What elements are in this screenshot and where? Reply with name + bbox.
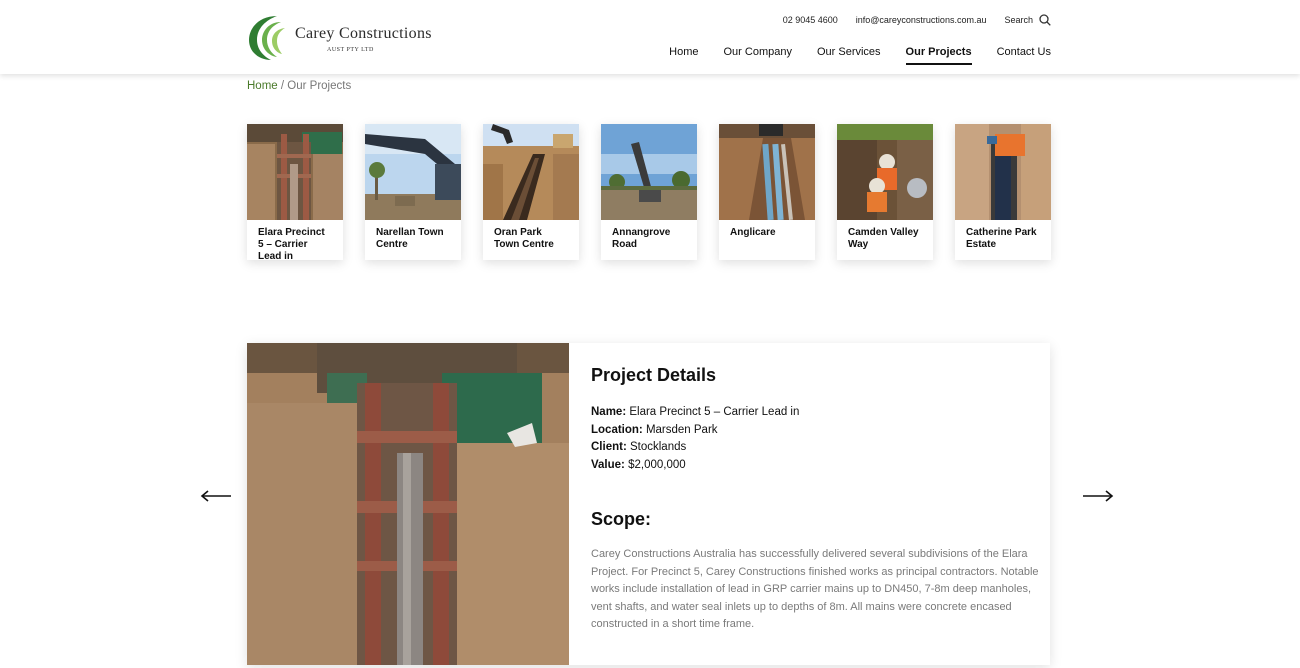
carousel-prev-button[interactable]: [200, 487, 232, 505]
email-link[interactable]: info@careyconstructions.com.au: [856, 15, 987, 25]
search-toggle[interactable]: Search: [1004, 14, 1051, 26]
logo[interactable]: Carey Constructions AUST PTY LTD: [247, 12, 447, 62]
scope-text: Carey Constructions Australia has succes…: [591, 548, 1039, 630]
fact-label: Location:: [591, 423, 643, 436]
project-photo: [483, 124, 579, 220]
breadcrumb: Home / Our Projects: [247, 80, 351, 92]
project-card-catherine-park[interactable]: Catherine Park Estate: [955, 124, 1051, 260]
nav-contact-us[interactable]: Contact Us: [997, 46, 1051, 65]
detail-title: Project Details: [591, 365, 717, 385]
nav-our-services[interactable]: Our Services: [817, 46, 881, 65]
carousel-next-button[interactable]: [1082, 487, 1114, 505]
project-photo: [719, 124, 815, 220]
breadcrumb-current: Our Projects: [287, 80, 352, 92]
fact-client: Client: Stocklands: [591, 439, 1041, 457]
phone-link[interactable]: 02 9045 4600: [783, 15, 838, 25]
fact-label: Value:: [591, 458, 625, 471]
brand-name: Carey Constructions: [295, 25, 432, 42]
project-detail-photo: [247, 343, 569, 665]
project-photo: [601, 124, 697, 220]
project-card-annangrove[interactable]: Annangrove Road: [601, 124, 697, 260]
arrow-right-icon: [1083, 490, 1114, 502]
project-detail-panel: Project Details Name: Elara Precinct 5 –…: [247, 343, 1050, 665]
scope-title: Scope:: [591, 509, 652, 529]
fact-name: Name: Elara Precinct 5 – Carrier Lead in: [591, 404, 1041, 422]
project-photo: [837, 124, 933, 220]
fact-value: Marsden Park: [645, 423, 718, 436]
fact-value: $2,000,000: [628, 458, 686, 471]
project-card-oran-park[interactable]: Oran Park Town Centre: [483, 124, 579, 260]
project-card-label: Oran Park Town Centre: [494, 227, 554, 250]
project-photo: [247, 124, 343, 220]
logo-swoosh-icon: [249, 16, 285, 60]
project-detail-text: Project Details Name: Elara Precinct 5 –…: [591, 365, 1041, 634]
project-card-label: Annangrove Road: [612, 227, 671, 250]
project-card-label: Camden Valley Way: [848, 227, 919, 250]
project-card-anglicare[interactable]: Anglicare: [719, 124, 815, 260]
utility-bar: 02 9045 4600 info@careyconstructions.com…: [765, 13, 1051, 27]
site-header: Carey Constructions AUST PTY LTD 02 9045…: [0, 0, 1300, 74]
search-label: Search: [1004, 15, 1033, 25]
project-card-camden-valley[interactable]: Camden Valley Way: [837, 124, 933, 260]
main-nav: Home Our Company Our Services Our Projec…: [644, 46, 1051, 65]
project-photo: [365, 124, 461, 220]
nav-home[interactable]: Home: [669, 46, 698, 65]
fact-label: Name:: [591, 406, 627, 418]
arrow-left-icon: [200, 490, 231, 502]
fact-label: Client:: [591, 441, 627, 453]
project-photo: [955, 124, 1051, 220]
logo-subtitle: AUST PTY LTD: [327, 47, 374, 53]
project-card-label: Anglicare: [730, 227, 776, 238]
project-card-label: Catherine Park Estate: [966, 227, 1037, 250]
fact-value: Stocklands: [629, 441, 687, 453]
project-card-elara[interactable]: Elara Precinct 5 – Carrier Lead in: [247, 124, 343, 262]
fact-location: Location: Marsden Park: [591, 422, 1041, 440]
project-card-label: Elara Precinct 5 – Carrier Lead in: [258, 227, 325, 262]
nav-our-company[interactable]: Our Company: [723, 46, 791, 65]
breadcrumb-home[interactable]: Home: [247, 80, 278, 92]
fact-value: Elara Precinct 5 – Carrier Lead in: [629, 406, 800, 418]
search-icon: [1039, 14, 1051, 26]
project-facts: Name: Elara Precinct 5 – Carrier Lead in…: [591, 404, 1041, 474]
project-card-narellan[interactable]: Narellan Town Centre: [365, 124, 461, 260]
project-thumbnails: Elara Precinct 5 – Carrier Lead in Narel…: [247, 124, 1073, 262]
nav-our-projects[interactable]: Our Projects: [905, 46, 972, 65]
logo-name: Carey Constructions: [295, 25, 432, 43]
fact-value: Value: $2,000,000: [591, 457, 1041, 475]
project-card-label: Narellan Town Centre: [376, 227, 444, 250]
breadcrumb-separator: /: [277, 80, 288, 92]
